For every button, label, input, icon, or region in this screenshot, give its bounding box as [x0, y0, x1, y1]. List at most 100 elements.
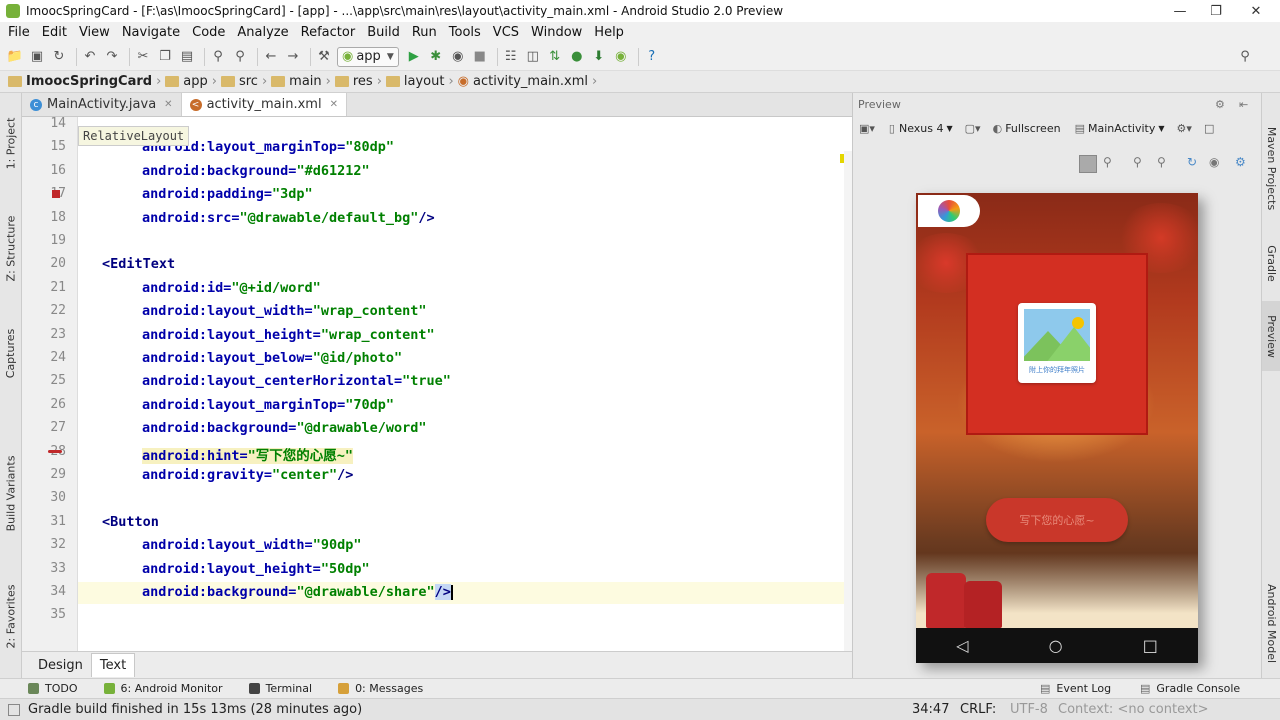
attach-debugger-icon[interactable]: ◉ — [449, 48, 467, 66]
activity-select[interactable]: ▤ MainActivity ▼ — [1075, 122, 1165, 135]
status-toggle-icon[interactable] — [8, 703, 20, 716]
nav-recents-icon[interactable]: □ — [1143, 636, 1158, 655]
caret-position[interactable]: 34:47 — [912, 702, 949, 717]
tool-tab-project[interactable]: 1: Project — [0, 103, 22, 183]
locale-icon[interactable]: ⚙▾ — [1177, 122, 1192, 135]
breadcrumb-res[interactable]: res › — [334, 74, 382, 89]
back-icon[interactable]: ← — [262, 48, 280, 66]
zoom-actual-icon[interactable] — [1079, 155, 1097, 173]
sdk-manager-icon[interactable]: ⬇ — [590, 48, 608, 66]
nav-home-icon[interactable]: ○ — [1049, 636, 1063, 655]
sync-icon[interactable]: ↻ — [50, 48, 68, 66]
tool-window-messages[interactable]: 0: Messages — [338, 682, 423, 695]
screenshot-icon[interactable]: ◉ — [1209, 155, 1219, 169]
code-line[interactable]: android:layout_width="wrap_content" — [142, 303, 426, 319]
code-line[interactable]: android:layout_height="wrap_content" — [142, 327, 435, 343]
code-line[interactable]: android:background="#d61212" — [142, 163, 370, 179]
menu-refactor[interactable]: Refactor — [295, 25, 362, 40]
line-separator[interactable]: CRLF: — [960, 702, 996, 717]
tool-window-event-log[interactable]: ▤ Event Log — [1040, 682, 1111, 695]
open-folder-icon[interactable]: 📁 — [6, 48, 24, 66]
nav-back-icon[interactable]: ◁ — [956, 636, 968, 655]
breadcrumb-layout[interactable]: layout › — [385, 74, 454, 89]
code-line[interactable]: android:layout_below="@id/photo" — [142, 350, 402, 366]
help-icon[interactable]: ? — [643, 48, 661, 66]
editor-scrollbar[interactable] — [844, 151, 852, 651]
stop-icon[interactable]: ■ — [471, 48, 489, 66]
code-line[interactable]: android:id="@+id/word" — [142, 280, 321, 296]
save-icon[interactable]: ▣ — [28, 48, 46, 66]
code-line[interactable]: android:layout_centerHorizontal="true" — [142, 373, 451, 389]
undo-icon[interactable]: ↶ — [81, 48, 99, 66]
maximize-icon[interactable]: ❐ — [1196, 0, 1236, 22]
breakpoint-marker-icon[interactable] — [52, 190, 60, 198]
xml-breadcrumb-tooltip[interactable]: RelativeLayout — [78, 126, 190, 146]
tool-tab-gradle[interactable]: Gradle — [1262, 233, 1280, 293]
zoom-in-icon[interactable]: ⚲ — [1133, 155, 1142, 169]
code-line[interactable]: android:padding="3dp" — [142, 186, 313, 202]
device-monitor-icon[interactable]: ● — [568, 48, 586, 66]
fullscreen-button[interactable]: ◐ Fullscreen — [993, 122, 1061, 135]
code-line[interactable]: android:layout_height="50dp" — [142, 561, 370, 577]
zoom-out-icon[interactable]: ⚲ — [1157, 155, 1166, 169]
refresh-icon[interactable]: ↻ — [1187, 155, 1197, 169]
tool-window-android-monitor[interactable]: 6: Android Monitor — [103, 682, 223, 695]
tool-window-gradle-console[interactable]: ▤ Gradle Console — [1140, 682, 1240, 695]
status-context[interactable]: Context: <no context> — [1058, 702, 1209, 717]
avd-manager-icon[interactable]: ◫ — [524, 48, 542, 66]
tool-tab-preview[interactable]: Preview — [1262, 301, 1280, 371]
menu-analyze[interactable]: Analyze — [231, 25, 294, 40]
menu-navigate[interactable]: Navigate — [116, 25, 186, 40]
paste-icon[interactable]: ▤ — [178, 48, 196, 66]
breadcrumb-main[interactable]: main › — [271, 74, 331, 89]
menu-run[interactable]: Run — [406, 25, 443, 40]
code-line[interactable]: android:layout_width="90dp" — [142, 537, 361, 553]
close-icon[interactable]: ✕ — [1236, 0, 1276, 22]
breadcrumb-project[interactable]: ImoocSpringCard › — [8, 74, 161, 89]
make-project-icon[interactable]: ⚒ — [315, 48, 333, 66]
menu-help[interactable]: Help — [588, 25, 630, 40]
menu-tools[interactable]: Tools — [443, 25, 487, 40]
tool-tab-structure[interactable]: Z: Structure — [0, 203, 22, 293]
render-settings-icon[interactable]: ⚙ — [1235, 155, 1246, 169]
breadcrumb-src[interactable]: src › — [220, 74, 267, 89]
copy-icon[interactable]: ❐ — [156, 48, 174, 66]
sync-gradle-icon[interactable]: ⇅ — [546, 48, 564, 66]
forward-icon[interactable]: → — [284, 48, 302, 66]
android-device-icon[interactable]: ◉ — [612, 48, 630, 66]
menu-file[interactable]: File — [2, 25, 36, 40]
breadcrumb-app[interactable]: app › — [165, 74, 217, 89]
tool-tab-captures[interactable]: Captures — [0, 318, 22, 388]
debug-icon[interactable]: ✱ — [427, 48, 445, 66]
code-line[interactable]: android:layout_marginTop="70dp" — [142, 397, 394, 413]
search-everywhere-icon[interactable]: ⚲ — [1236, 48, 1254, 66]
close-tab-icon[interactable]: ✕ — [164, 99, 172, 110]
code-line[interactable]: android:src="@drawable/default_bg"/> — [142, 210, 435, 226]
menu-vcs[interactable]: VCS — [487, 25, 525, 40]
tab-mainactivity-java[interactable]: c MainActivity.java ✕ — [22, 93, 182, 116]
wish-edit-text[interactable]: 写下您的心愿~ — [986, 498, 1128, 542]
close-tab-icon[interactable]: ✕ — [330, 99, 338, 110]
menu-build[interactable]: Build — [361, 25, 406, 40]
menu-code[interactable]: Code — [186, 25, 231, 40]
tool-window-terminal[interactable]: Terminal — [248, 682, 312, 695]
menu-window[interactable]: Window — [525, 25, 588, 40]
file-encoding[interactable]: UTF-8 — [1010, 702, 1048, 717]
tool-tab-build-variants[interactable]: Build Variants — [0, 438, 22, 548]
run-icon[interactable]: ▶ — [405, 48, 423, 66]
preview-hide-icon[interactable]: ⇤ — [1239, 98, 1248, 111]
tab-text[interactable]: Text — [90, 653, 136, 677]
tab-activity-main-xml[interactable]: < activity_main.xml ✕ — [181, 93, 347, 116]
tool-tab-favorites[interactable]: 2: Favorites — [0, 571, 22, 661]
code-line[interactable]: android:hint="写下您的心愿~" — [142, 444, 354, 464]
tool-tab-maven-projects[interactable]: Maven Projects — [1262, 113, 1280, 223]
breadcrumb-file[interactable]: ◉ activity_main.xml › — [458, 74, 598, 89]
tool-window-todo[interactable]: TODO — [28, 682, 78, 695]
layout-options-icon[interactable]: ▣▾ — [859, 122, 875, 135]
run-config-select[interactable]: ◉ app ▼ — [337, 46, 399, 67]
photo-image-view[interactable]: 附上你的拜年照片 — [966, 253, 1148, 435]
code-line[interactable]: android:gravity="center"/> — [142, 467, 353, 483]
api-level-icon[interactable]: □ — [1204, 122, 1214, 135]
code-line[interactable]: android:background="@drawable/share"/> — [142, 584, 453, 600]
menu-edit[interactable]: Edit — [36, 25, 73, 40]
